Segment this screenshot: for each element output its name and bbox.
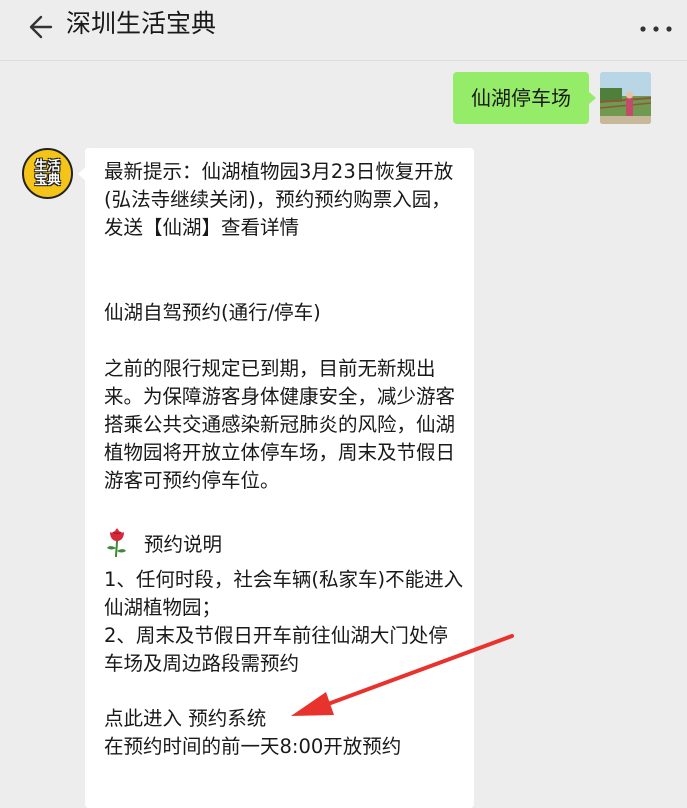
bot-message-bubble: 最新提示：仙湖植物园3月23日恢复开放(弘法寺继续关闭)，预约预约购票入园，发送… bbox=[78, 148, 474, 808]
section-title: 预约说明 bbox=[144, 533, 223, 556]
bot-avatar-line2: 宝典 bbox=[34, 172, 61, 188]
section-heading: 仙湖自驾预约(通行/停车) bbox=[104, 301, 321, 324]
user-avatar[interactable] bbox=[600, 72, 651, 124]
rule-2: 2、周末及节假日开车前往仙湖大门处停车场及周边路段需预约 bbox=[104, 624, 448, 675]
chat-header: 深圳生活宝典 bbox=[0, 0, 687, 61]
user-avatar-photo bbox=[600, 72, 651, 124]
footer-note: 在预约时间的前一天8:00开放预约 bbox=[104, 735, 402, 758]
tip-text: 最新提示：仙湖植物园3月23日恢复开放(弘法寺继续关闭)，预约预约购票入园，发送… bbox=[104, 160, 454, 239]
more-dots-icon[interactable] bbox=[639, 22, 673, 36]
bot-avatar[interactable]: 生活 宝典 bbox=[22, 148, 73, 199]
user-message-bubble[interactable]: 仙湖停车场 bbox=[453, 72, 596, 124]
back-arrow-icon[interactable] bbox=[26, 12, 56, 42]
bot-avatar-line1: 生活 bbox=[34, 158, 61, 174]
booking-system-link[interactable]: 点此进入 预约系统 bbox=[104, 705, 466, 733]
intro-text: 之前的限行规定已到期，目前无新规出来。为保障游客身体健康安全，减少游客搭乘公共交… bbox=[104, 357, 456, 492]
rule-1: 1、任何时段，社会车辆(私家车)不能进入仙湖植物园； bbox=[104, 568, 464, 619]
rose-icon bbox=[107, 528, 126, 558]
chat-title: 深圳生活宝典 bbox=[66, 9, 217, 38]
